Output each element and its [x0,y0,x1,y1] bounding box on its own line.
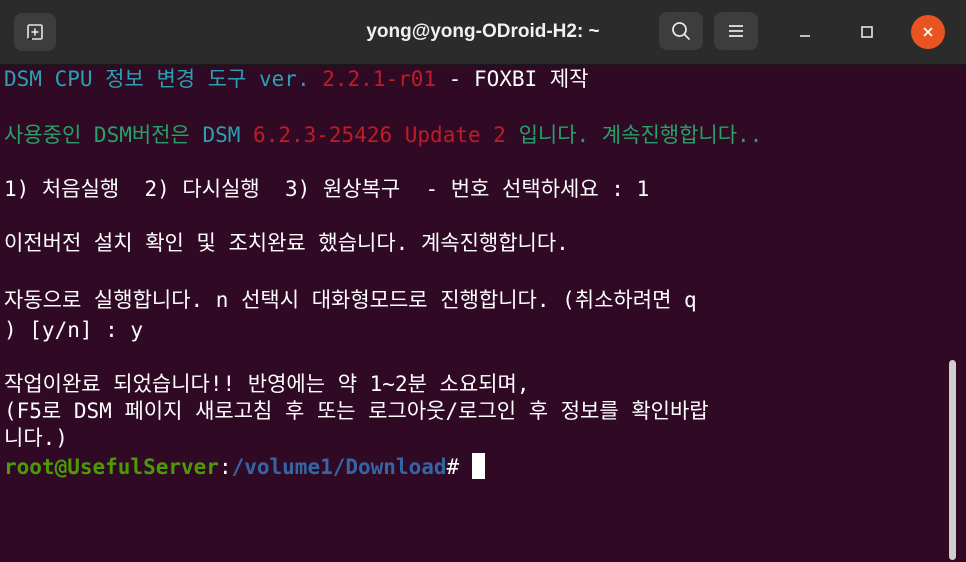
search-icon [672,22,690,40]
minimize-button[interactable] [788,15,822,49]
prompt-user-host: root@UsefulServer [4,455,219,479]
author-text: - FOXBI 제작 [436,67,589,91]
dsm-version-prefix: 사용중인 DSM버전은 [4,123,203,147]
output-line-1: DSM CPU 정보 변경 도구 ver. 2.2.1-r01 - FOXBI … [4,65,588,93]
terminal-output[interactable]: DSM CPU 정보 변경 도구 ver. 2.2.1-r01 - FOXBI … [0,65,948,562]
title-bar: yong@yong-ODroid-H2: ~ [0,0,966,65]
prompt-symbol: # [446,455,472,479]
output-line-8: (F5로 DSM 페이지 새로고침 후 또는 로그아웃/로그인 후 정보를 확인… [4,399,709,423]
tool-name: 정보 변경 도구 [105,67,247,91]
hamburger-menu-icon [729,25,743,37]
menu-button[interactable] [714,12,758,50]
prompt-separator: : [218,455,232,479]
prompt-path: /volume1/Download [231,455,447,479]
output-line-2: 사용중인 DSM버전은 DSM 6.2.3-25426 Update 2 입니다… [4,121,762,149]
scrollbar-thumb[interactable] [949,360,956,560]
close-button[interactable] [911,15,945,49]
output-line-3: 1) 처음실행 2) 다시실행 3) 원상복구 - 번호 선택하세요 : 1 [4,177,650,201]
tool-name-prefix: DSM CPU [4,67,106,91]
version-label: ver. [246,67,323,91]
dsm-version-suffix: 입니다. 계속진행합니다.. [505,123,763,147]
maximize-icon [861,26,873,38]
output-line-9: 니다.) [4,426,68,450]
version-number: 2.2.1-r01 [322,67,437,91]
output-line-7: 작업이완료 되었습니다!! 반영에는 약 1~2분 소요되며, [4,372,530,396]
maximize-button[interactable] [850,15,884,49]
text-cursor [471,453,485,479]
close-icon [923,27,933,37]
shell-prompt[interactable]: root@UsefulServer:/volume1/Download# [4,453,485,481]
output-line-4: 이전버전 설치 확인 및 조치완료 했습니다. 계속진행합니다. [4,231,569,255]
output-line-5: 자동으로 실행합니다. n 선택시 대화형모드로 진행합니다. (취소하려면 q [4,288,697,312]
dsm-version: 6.2.3-25426 Update 2 [253,123,506,147]
minimize-icon [800,35,810,37]
terminal-window: yong@yong-ODroid-H2: ~ DSM CPU 정보 변경 도구 … [0,0,966,562]
output-line-6: ) [y/n] : y [4,318,144,342]
search-button[interactable] [659,12,703,50]
new-tab-icon [27,24,43,40]
new-tab-button[interactable] [14,13,56,51]
dsm-label: DSM [202,123,254,147]
